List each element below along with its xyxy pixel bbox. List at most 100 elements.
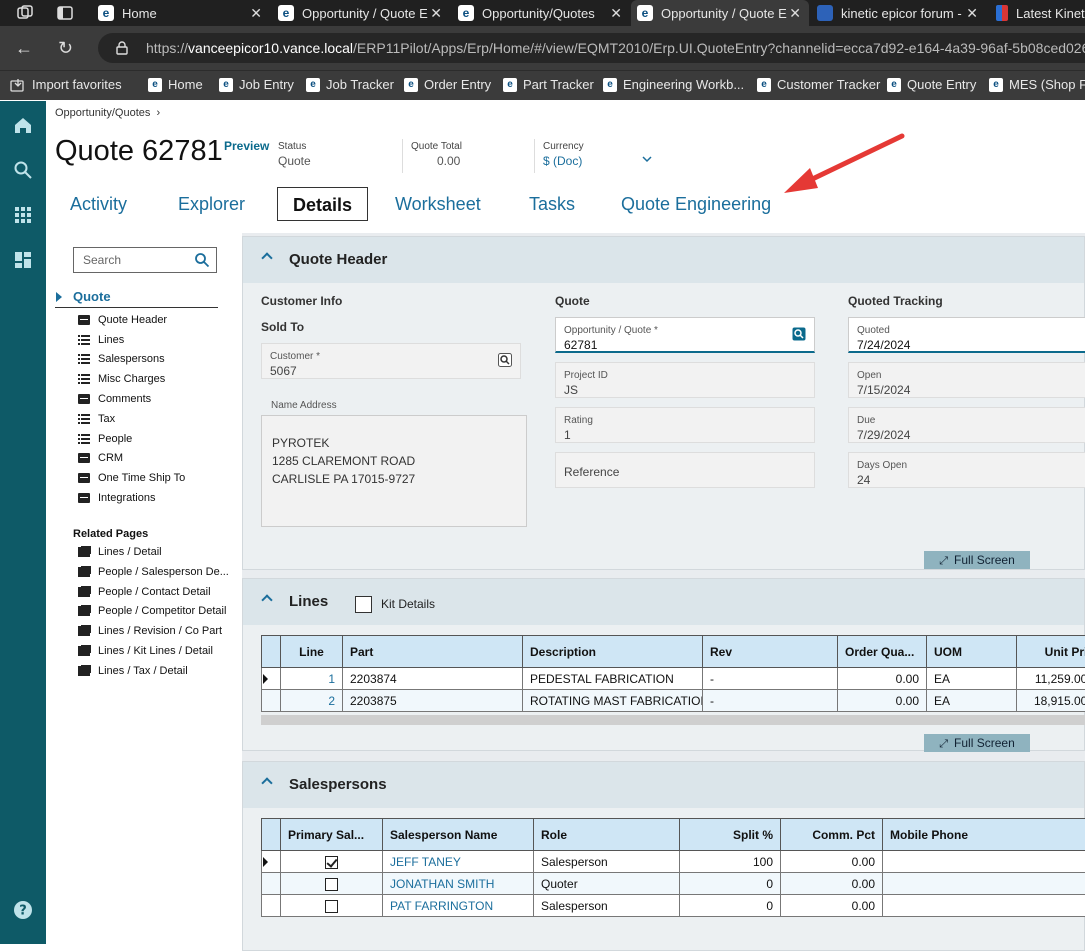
open-date-field[interactable]: Open7/15/2024 (848, 362, 1085, 398)
column-header-part[interactable]: Part (343, 636, 523, 668)
column-header-role[interactable]: Role (534, 819, 680, 851)
browser-tab-forum[interactable]: kinetic epicor forum -✕ (811, 0, 986, 26)
description-cell[interactable]: PEDESTAL FABRICATION (523, 668, 703, 690)
customer-field[interactable]: Customer *5067 (261, 343, 521, 379)
bookmark-job-tracker[interactable]: eJob Tracker (306, 77, 394, 92)
card-header[interactable]: Quote Header (243, 237, 1084, 283)
panel-item-quote-header[interactable]: Quote Header (78, 314, 167, 326)
full-screen-button[interactable]: ⤢Full Screen (924, 734, 1030, 752)
part-cell[interactable]: 2203875 (343, 690, 523, 712)
part-cell[interactable]: 2203874 (343, 668, 523, 690)
dashboard-icon[interactable] (13, 250, 33, 270)
split-cell[interactable]: 0 (680, 895, 781, 917)
panel-item-people[interactable]: People (78, 433, 132, 445)
apps-grid-icon[interactable] (13, 205, 33, 225)
column-header-comm-pct[interactable]: Comm. Pct (781, 819, 883, 851)
browser-tab-quote-entry[interactable]: eOpportunity / Quote E✕ (272, 0, 450, 26)
search-icon[interactable] (13, 160, 33, 180)
table-row[interactable]: JEFF TANEY Salesperson 100 0.00 (262, 851, 1085, 873)
split-cell[interactable]: 0 (680, 873, 781, 895)
comm-pct-cell[interactable]: 0.00 (781, 873, 883, 895)
breadcrumb[interactable]: Opportunity/Quotes › (55, 107, 160, 119)
unit-price-cell[interactable]: 18,915.000 (1017, 690, 1085, 712)
comm-pct-cell[interactable]: 0.00 (781, 895, 883, 917)
rev-cell[interactable]: - (703, 690, 838, 712)
primary-cell[interactable] (281, 873, 383, 895)
column-header-order-qty[interactable]: Order Qua... (838, 636, 927, 668)
url-input[interactable]: https://vanceepicor10.vance.local/ERP11P… (98, 33, 1085, 63)
panel-section-quote[interactable]: Quote (55, 288, 218, 308)
panel-item-crm[interactable]: CRM (78, 452, 123, 464)
bookmark-order-entry[interactable]: eOrder Entry (404, 77, 491, 92)
browser-tab-latest-kinetic[interactable]: Latest Kinetic (990, 0, 1085, 26)
related-lines-tax[interactable]: Lines / Tax / Detail (78, 665, 188, 677)
bookmark-mes[interactable]: eMES (Shop Flo (989, 77, 1085, 92)
tab-explorer[interactable]: Explorer (178, 187, 245, 221)
panel-item-one-time-ship-to[interactable]: One Time Ship To (78, 472, 185, 484)
quoted-date-field[interactable]: Quoted7/24/2024 (848, 317, 1085, 353)
close-tab-icon[interactable]: ✕ (789, 5, 801, 22)
column-header-mobile-phone[interactable]: Mobile Phone (883, 819, 1085, 851)
primary-checkbox[interactable] (325, 878, 338, 891)
related-lines-kit[interactable]: Lines / Kit Lines / Detail (78, 645, 213, 657)
column-header-uom[interactable]: UOM (927, 636, 1017, 668)
close-tab-icon[interactable]: ✕ (250, 5, 262, 22)
close-tab-icon[interactable]: ✕ (610, 5, 622, 22)
uom-cell[interactable]: EA (927, 690, 1017, 712)
order-qty-cell[interactable]: 0.00 (838, 668, 927, 690)
bookmark-quote-entry[interactable]: eQuote Entry (887, 77, 976, 92)
tab-quote-engineering[interactable]: Quote Engineering (621, 187, 771, 221)
salesperson-name-link[interactable]: PAT FARRINGTON (383, 895, 534, 917)
related-people-contact[interactable]: People / Contact Detail (78, 586, 211, 598)
tab-worksheet[interactable]: Worksheet (395, 187, 481, 221)
primary-cell[interactable] (281, 851, 383, 873)
help-icon[interactable]: ? (13, 900, 33, 920)
search-icon[interactable] (194, 252, 210, 268)
line-number-link[interactable]: 2 (281, 690, 343, 712)
home-icon[interactable] (13, 115, 33, 135)
due-date-field[interactable]: Due7/29/2024 (848, 407, 1085, 443)
table-row[interactable]: JONATHAN SMITH Quoter 0 0.00 (262, 873, 1085, 895)
column-header-line[interactable]: Line (281, 636, 343, 668)
table-row[interactable]: 2 2203875 ROTATING MAST FABRICATION - 0.… (262, 690, 1085, 712)
bookmark-customer-tracker[interactable]: eCustomer Tracker (757, 77, 880, 92)
bookmark-part-tracker[interactable]: ePart Tracker (503, 77, 594, 92)
line-number-link[interactable]: 1 (281, 668, 343, 690)
refresh-icon[interactable]: ↻ (58, 38, 73, 59)
primary-cell[interactable] (281, 895, 383, 917)
rating-field[interactable]: Rating1 (555, 407, 815, 443)
related-people-salesperson[interactable]: People / Salesperson De... (78, 566, 229, 578)
related-lines-revision[interactable]: Lines / Revision / Co Part (78, 625, 222, 637)
horizontal-scrollbar[interactable] (261, 715, 1085, 725)
split-cell[interactable]: 100 (680, 851, 781, 873)
bookmark-engineering-workbench[interactable]: eEngineering Workb... (603, 77, 744, 92)
name-address-textarea[interactable]: PYROTEK 1285 CLAREMONT ROAD CARLISLE PA … (261, 415, 527, 527)
related-lines-detail[interactable]: Lines / Detail (78, 546, 162, 558)
related-people-competitor[interactable]: People / Competitor Detail (78, 605, 226, 617)
bookmark-home[interactable]: eHome (148, 77, 203, 92)
project-id-field[interactable]: Project IDJS (555, 362, 815, 398)
column-header-rev[interactable]: Rev (703, 636, 838, 668)
browser-tab-opportunity-quotes[interactable]: eOpportunity/Quotes✕ (452, 0, 630, 26)
comm-pct-cell[interactable]: 0.00 (781, 851, 883, 873)
column-header-primary[interactable]: Primary Sal... (281, 819, 383, 851)
card-header[interactable]: Lines Kit Details (243, 579, 1084, 625)
search-icon[interactable] (498, 353, 512, 367)
bookmark-import-favorites[interactable]: Import favorites (10, 77, 122, 92)
salesperson-name-link[interactable]: JONATHAN SMITH (383, 873, 534, 895)
days-open-field[interactable]: Days Open24 (848, 452, 1085, 488)
column-header-unit-price[interactable]: Unit Pric (1017, 636, 1085, 668)
table-row[interactable]: 1 2203874 PEDESTAL FABRICATION - 0.00 EA… (262, 668, 1085, 690)
browser-tab-home[interactable]: eHome✕ (92, 0, 270, 26)
chevron-up-icon[interactable] (261, 594, 272, 605)
uom-cell[interactable]: EA (927, 668, 1017, 690)
table-row[interactable]: PAT FARRINGTON Salesperson 0 0.00 (262, 895, 1085, 917)
mobile-phone-cell[interactable] (883, 851, 1085, 873)
chevron-up-icon[interactable] (261, 252, 272, 263)
panel-item-tax[interactable]: Tax (78, 413, 115, 425)
salesperson-name-link[interactable]: JEFF TANEY (383, 851, 534, 873)
chevron-down-icon[interactable] (641, 155, 653, 163)
mobile-phone-cell[interactable] (883, 895, 1085, 917)
panel-item-lines[interactable]: Lines (78, 334, 124, 346)
panel-item-integrations[interactable]: Integrations (78, 492, 155, 504)
